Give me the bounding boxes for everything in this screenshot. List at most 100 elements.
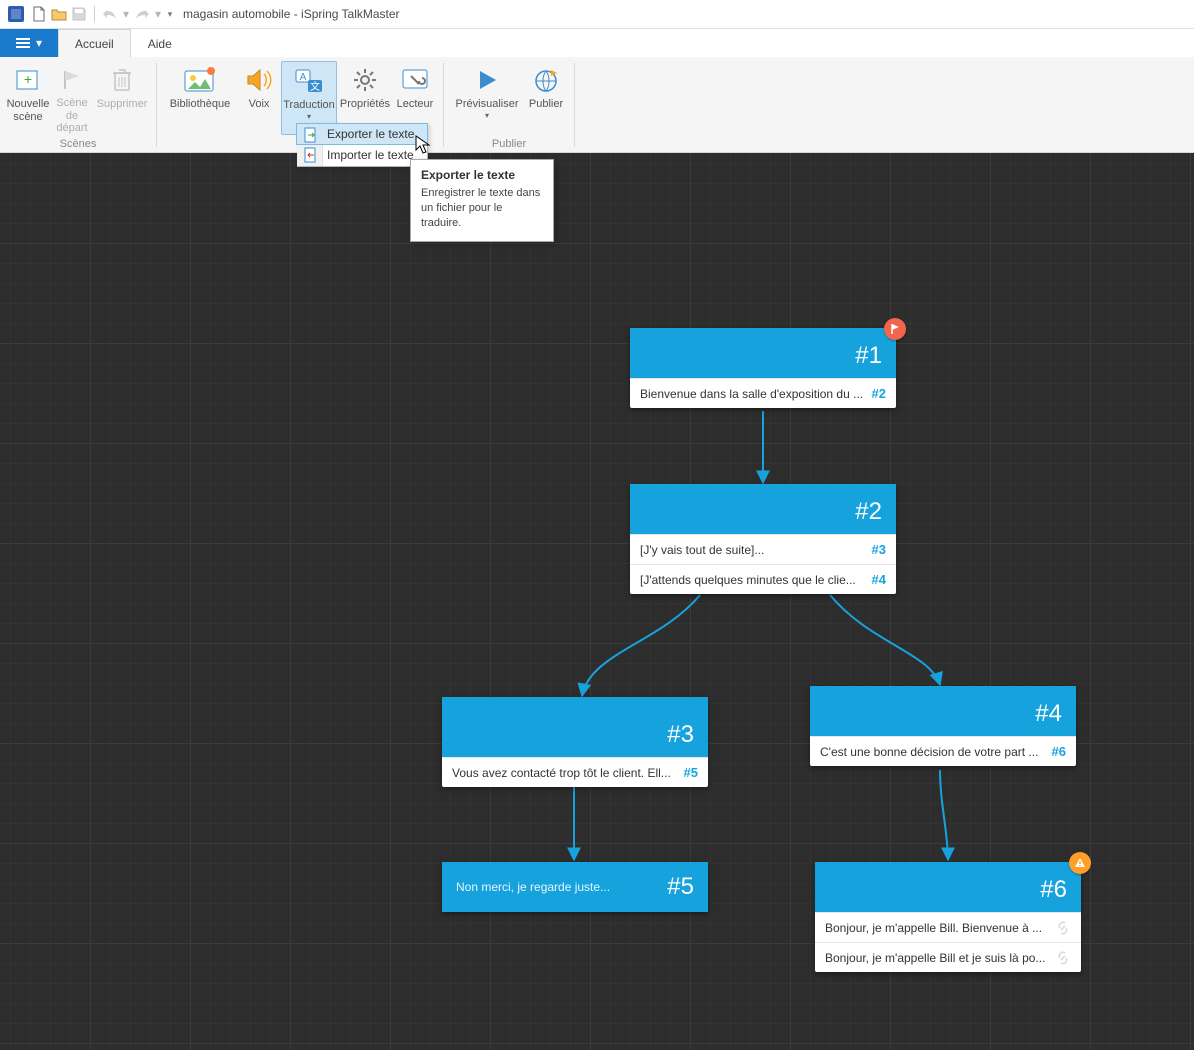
publish-label: Publier [529, 98, 563, 111]
preview-button[interactable]: Prévisualiser ▾ [450, 61, 524, 135]
chevron-down-icon: ▾ [485, 111, 489, 120]
scene-option-target: #3 [872, 542, 886, 557]
start-scene-label: Scène de départ [50, 97, 94, 135]
save-icon[interactable] [70, 5, 88, 23]
translate-icon: A文 [292, 66, 326, 96]
scene-card-2[interactable]: #2 [J'y vais tout de suite]... #3 [J'att… [630, 484, 896, 594]
dd-import-label: Importer le texte [327, 148, 414, 162]
new-scene-icon: + [11, 65, 45, 95]
scene-option-text: Bonjour, je m'appelle Bill et je suis là… [825, 951, 1047, 965]
scene-card-4[interactable]: #4 C'est une bonne décision de votre par… [810, 686, 1076, 766]
app-icon [8, 6, 24, 22]
scene-option[interactable]: Bonjour, je m'appelle Bill et je suis là… [815, 942, 1081, 972]
scene-option-text: C'est une bonne décision de votre part .… [820, 745, 1044, 759]
scene-inline-text: Non merci, je regarde juste... [456, 880, 610, 894]
tab-accueil[interactable]: Accueil [58, 29, 131, 57]
new-scene-button[interactable]: + Nouvelle scène [6, 61, 50, 135]
scene-header: #3 [442, 697, 708, 757]
scene-number: #6 [1040, 876, 1067, 904]
scene-card-3[interactable]: #3 Vous avez contacté trop tôt le client… [442, 697, 708, 787]
scene-option[interactable]: [J'y vais tout de suite]... #3 [630, 534, 896, 564]
dd-export-label: Exporter le texte [327, 127, 414, 141]
chevron-down-icon: ▾ [307, 112, 311, 121]
scene-option-text: Bienvenue dans la salle d'exposition du … [640, 387, 864, 401]
new-doc-icon[interactable] [30, 5, 48, 23]
scene-option-target: #2 [872, 386, 886, 401]
trash-icon [105, 65, 139, 95]
scene-option-text: Vous avez contacté trop tôt le client. E… [452, 766, 676, 780]
picture-icon [183, 65, 217, 95]
ribbon: + Nouvelle scène Scène de départ Supprim… [0, 57, 1194, 153]
tab-bar: ▾ Accueil Aide [0, 29, 1194, 57]
scene-option-target: #4 [872, 572, 886, 587]
svg-text:文: 文 [310, 80, 320, 93]
scene-option[interactable]: [J'attends quelques minutes que le clie.… [630, 564, 896, 594]
title-bar: ▾ ▾ ▾ magasin automobile - iSpring TalkM… [0, 0, 1194, 29]
tooltip-body: Enregistrer le texte dans un fichier pou… [421, 186, 543, 231]
ribbon-group-publish: Prévisualiser ▾ Publier Publier [444, 57, 574, 152]
export-icon [302, 127, 318, 143]
dd-import-text[interactable]: Importer le texte [297, 144, 427, 166]
canvas[interactable]: #1 Bienvenue dans la salle d'exposition … [0, 153, 1194, 1050]
gear-icon [348, 65, 382, 95]
translation-dropdown: Exporter le texte Importer le texte [297, 123, 428, 167]
window-title: magasin automobile - iSpring TalkMaster [183, 7, 400, 21]
start-flag-badge [884, 318, 906, 340]
undo-icon[interactable] [101, 5, 119, 23]
svg-text:+: + [24, 71, 32, 87]
play-icon [470, 65, 504, 95]
scene-option-target: #6 [1052, 744, 1066, 759]
scene-header: #1 [630, 328, 896, 378]
scene-header: #4 [810, 686, 1076, 736]
undo-dropdown-icon[interactable]: ▾ [121, 5, 131, 23]
qat-separator [94, 6, 95, 22]
speaker-icon [242, 65, 276, 95]
globe-icon [529, 65, 563, 95]
scene-option[interactable]: C'est une bonne décision de votre part .… [810, 736, 1076, 766]
scene-option-text: [J'y vais tout de suite]... [640, 543, 864, 557]
scene-option[interactable]: Bienvenue dans la salle d'exposition du … [630, 378, 896, 408]
scene-card-5[interactable]: Non merci, je regarde juste... #5 [442, 862, 708, 912]
scene-option[interactable]: Bonjour, je m'appelle Bill. Bienvenue à … [815, 912, 1081, 942]
library-button[interactable]: Bibliothèque [163, 61, 237, 135]
group-scenes-label: Scènes [60, 138, 97, 150]
library-label: Bibliothèque [170, 98, 231, 111]
voice-label: Voix [249, 98, 270, 111]
delete-button[interactable]: Supprimer [94, 61, 150, 135]
tooltip: Exporter le texte Enregistrer le texte d… [410, 159, 554, 242]
tab-accueil-label: Accueil [75, 37, 114, 51]
scene-number: #1 [855, 342, 882, 370]
scene-header: Non merci, je regarde juste... #5 [442, 862, 708, 912]
tooltip-title: Exporter le texte [421, 168, 543, 182]
scene-option-target: #5 [684, 765, 698, 780]
ribbon-separator-3 [574, 63, 575, 147]
link-icon [1055, 950, 1071, 966]
start-scene-button[interactable]: Scène de départ [50, 61, 94, 135]
new-scene-label: Nouvelle scène [7, 98, 50, 123]
tab-aide[interactable]: Aide [131, 29, 189, 57]
link-icon [1055, 920, 1071, 936]
publish-button[interactable]: Publier [524, 61, 568, 135]
file-tab[interactable]: ▾ [0, 29, 58, 57]
scene-card-6[interactable]: #6 Bonjour, je m'appelle Bill. Bienvenue… [815, 862, 1081, 972]
group-publish-label: Publier [492, 138, 526, 150]
tab-aide-label: Aide [148, 37, 172, 51]
scene-number: #2 [855, 498, 882, 526]
scene-option-text: Bonjour, je m'appelle Bill. Bienvenue à … [825, 921, 1047, 935]
qat-customize-icon[interactable]: ▾ [165, 5, 175, 23]
scene-number: #3 [667, 721, 694, 749]
scene-option[interactable]: Vous avez contacté trop tôt le client. E… [442, 757, 708, 787]
translation-label: Traduction [283, 99, 335, 112]
redo-icon[interactable] [133, 5, 151, 23]
scene-option-text: [J'attends quelques minutes que le clie.… [640, 573, 864, 587]
voice-button[interactable]: Voix [237, 61, 281, 135]
wrench-icon [398, 65, 432, 95]
properties-label: Propriétés [340, 98, 390, 111]
redo-dropdown-icon[interactable]: ▾ [153, 5, 163, 23]
open-icon[interactable] [50, 5, 68, 23]
scene-number: #4 [1035, 700, 1062, 728]
scene-header: #6 [815, 862, 1081, 912]
scene-card-1[interactable]: #1 Bienvenue dans la salle d'exposition … [630, 328, 896, 408]
dd-export-text[interactable]: Exporter le texte [296, 123, 428, 145]
preview-label: Prévisualiser [456, 98, 519, 111]
